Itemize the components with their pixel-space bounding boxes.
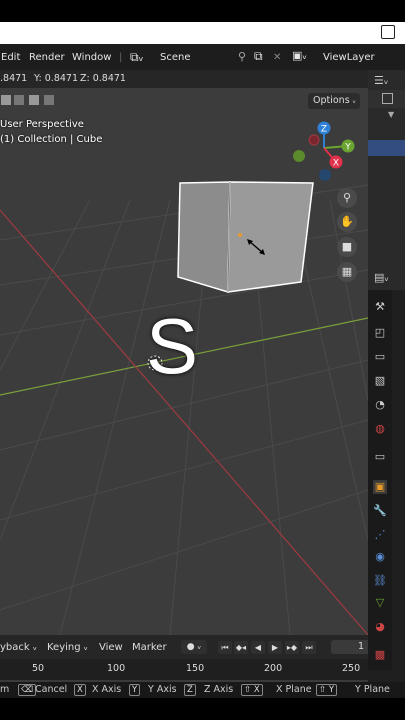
properties-tabs: ⚒ ◰ ▭ ▧ ◔ ◍ ▭ ▣ 🔧 ⋰ ◉ ⛓ ▽ ◕ ▩ [368, 290, 392, 670]
expand-arrow-icon[interactable]: ▼ [388, 110, 394, 119]
coords-y: Y: 0.8471 [34, 73, 79, 84]
menu-edit[interactable]: Edit [1, 52, 20, 63]
navigation-gizmo[interactable]: Z Y X [288, 118, 356, 186]
ruler-tick: 100 [107, 663, 126, 674]
cube-left-face [177, 181, 231, 294]
outliner-type-icon[interactable]: ☰ᵥ [374, 74, 388, 87]
status-key-shift-y: ⇧ Y [316, 684, 340, 696]
cube-origin [238, 233, 242, 237]
object-tab-icon[interactable]: ▣ [373, 480, 387, 494]
properties-header: ▤ᵥ [368, 265, 405, 290]
view-name: User Perspective [0, 119, 84, 130]
status-key-y: Y [129, 684, 143, 696]
menu-window[interactable]: Window [72, 52, 111, 63]
gizmo-y-label: Y [344, 143, 351, 153]
status-bar: m ⌫ Cancel X X Axis Y Y Axis Z Z Axis ⇧ … [0, 682, 405, 698]
physics-tab-icon[interactable]: ◉ [373, 550, 387, 564]
status-label-x-plane: X Plane [276, 684, 312, 695]
gizmo-x-label: X [333, 159, 339, 169]
scene-selector-icon[interactable]: ⧉ᵥ [130, 50, 144, 65]
menu-render[interactable]: Render [29, 52, 65, 63]
constraints-tab-icon[interactable]: ⛓ [373, 574, 387, 588]
timeline-header: yback ᵥ Keying ᵥ View Marker ● ᵥ ⏮ ◆◂ ◀ … [0, 635, 368, 659]
scene-collection-icon [382, 93, 393, 104]
render-tab-icon[interactable]: ◰ [373, 326, 387, 340]
chevron-down-icon: ᵥ [352, 96, 356, 105]
ruler-tick: 150 [186, 663, 205, 674]
marker-menu[interactable]: Marker [132, 642, 167, 653]
outliner-panel[interactable]: ☰ᵥ ▼ [368, 70, 405, 265]
status-label-y-axis: Y Axis [148, 684, 177, 695]
negative-y-handle [293, 150, 305, 162]
status-key-z: Z [184, 684, 199, 696]
viewlayer-name-field[interactable]: ViewLayer [323, 52, 375, 63]
cube-right-face [227, 181, 314, 293]
prev-keyframe-icon[interactable]: ◆◂ [234, 641, 248, 654]
particles-tab-icon[interactable]: ⋰ [373, 528, 387, 542]
selection-mode-icons[interactable] [0, 94, 60, 108]
ruler-tick: 50 [32, 663, 45, 674]
new-scene-icon[interactable]: ⧉ [254, 49, 263, 64]
next-keyframe-icon[interactable]: ▸◆ [285, 641, 299, 654]
pan-hand-icon[interactable]: ✋ [337, 212, 357, 232]
status-label-y-plane: Y Plane [355, 684, 390, 695]
playback-menu[interactable]: yback ᵥ [0, 642, 37, 653]
options-label: Options [313, 95, 350, 106]
timeline-ruler[interactable]: 50 100 150 200 250 [0, 659, 368, 680]
outliner-selected-row[interactable] [368, 140, 405, 156]
scene-tab-icon[interactable]: ◔ [373, 398, 387, 412]
view-layer-tab-icon[interactable]: ▧ [373, 374, 387, 388]
restore-window-icon[interactable] [381, 25, 395, 39]
current-frame-field[interactable]: 1 [331, 640, 368, 654]
screen-top-bar [0, 0, 405, 22]
options-dropdown[interactable]: Options ᵥ [308, 93, 360, 109]
ruler-tick: 250 [342, 663, 361, 674]
negative-x-handle [308, 134, 320, 146]
output-tab-icon[interactable]: ▭ [373, 350, 387, 364]
top-menubar: Edit Render Window | ⧉ᵥ Scene ⚲ ⧉ ✕ ▣ᵥ V… [0, 44, 405, 70]
screen-bottom-bar [0, 698, 405, 720]
status-label-x-axis: X Axis [92, 684, 122, 695]
perspective-grid-icon[interactable]: ▦ [337, 262, 357, 282]
menu-separator: | [119, 52, 123, 63]
auto-keying-toggle[interactable]: ● ᵥ [181, 640, 207, 654]
world-tab-icon[interactable]: ◍ [373, 422, 387, 436]
camera-view-icon[interactable]: ■ [337, 237, 357, 257]
keystroke-overlay: S [146, 302, 199, 390]
jump-start-icon[interactable]: ⏮ [218, 641, 232, 654]
window-titlebar [0, 22, 405, 44]
texture-tab-icon[interactable]: ▩ [373, 648, 387, 662]
material-tab-icon[interactable]: ◕ [373, 620, 387, 634]
jump-end-icon[interactable]: ⏭ [302, 641, 316, 654]
negative-z-handle [319, 169, 331, 181]
collection-info: (1) Collection | Cube [0, 134, 103, 145]
modifier-tab-icon[interactable]: 🔧 [373, 504, 387, 518]
coords-x: .8471 [0, 73, 28, 84]
data-tab-icon[interactable]: ▽ [373, 596, 387, 610]
keying-menu[interactable]: Keying ᵥ [47, 642, 88, 653]
collection-tab-icon[interactable]: ▭ [373, 450, 387, 464]
status-label-cancel: Cancel [35, 684, 68, 695]
zoom-icon[interactable]: ⚲ [337, 188, 357, 208]
ruler-tick: 200 [264, 663, 283, 674]
gizmo-z-label: Z [321, 125, 327, 135]
tool-tab-icon[interactable]: ⚒ [373, 300, 387, 314]
status-label-z-axis: Z Axis [204, 684, 234, 695]
play-reverse-icon[interactable]: ◀ [251, 641, 265, 654]
play-icon[interactable]: ▶ [268, 641, 282, 654]
status-key-shift-x: ⇧ X [241, 684, 266, 696]
view-menu[interactable]: View [99, 642, 123, 653]
properties-type-icon[interactable]: ▤ᵥ [374, 271, 389, 284]
scene-name-field[interactable]: Scene [160, 52, 191, 63]
pin-icon[interactable]: ⚲ [238, 50, 246, 63]
viewport-header: .8471 Y: 0.8471 Z: 0.8471 [0, 70, 368, 88]
3d-viewport[interactable]: .8471 Y: 0.8471 Z: 0.8471 Options ᵥ User… [0, 70, 368, 635]
delete-scene-icon[interactable]: ✕ [273, 52, 281, 63]
status-item: m [0, 684, 10, 695]
status-key-x: X [74, 684, 89, 696]
viewlayer-selector-icon[interactable]: ▣ᵥ [292, 49, 307, 62]
coords-z: Z: 0.8471 [80, 73, 126, 84]
